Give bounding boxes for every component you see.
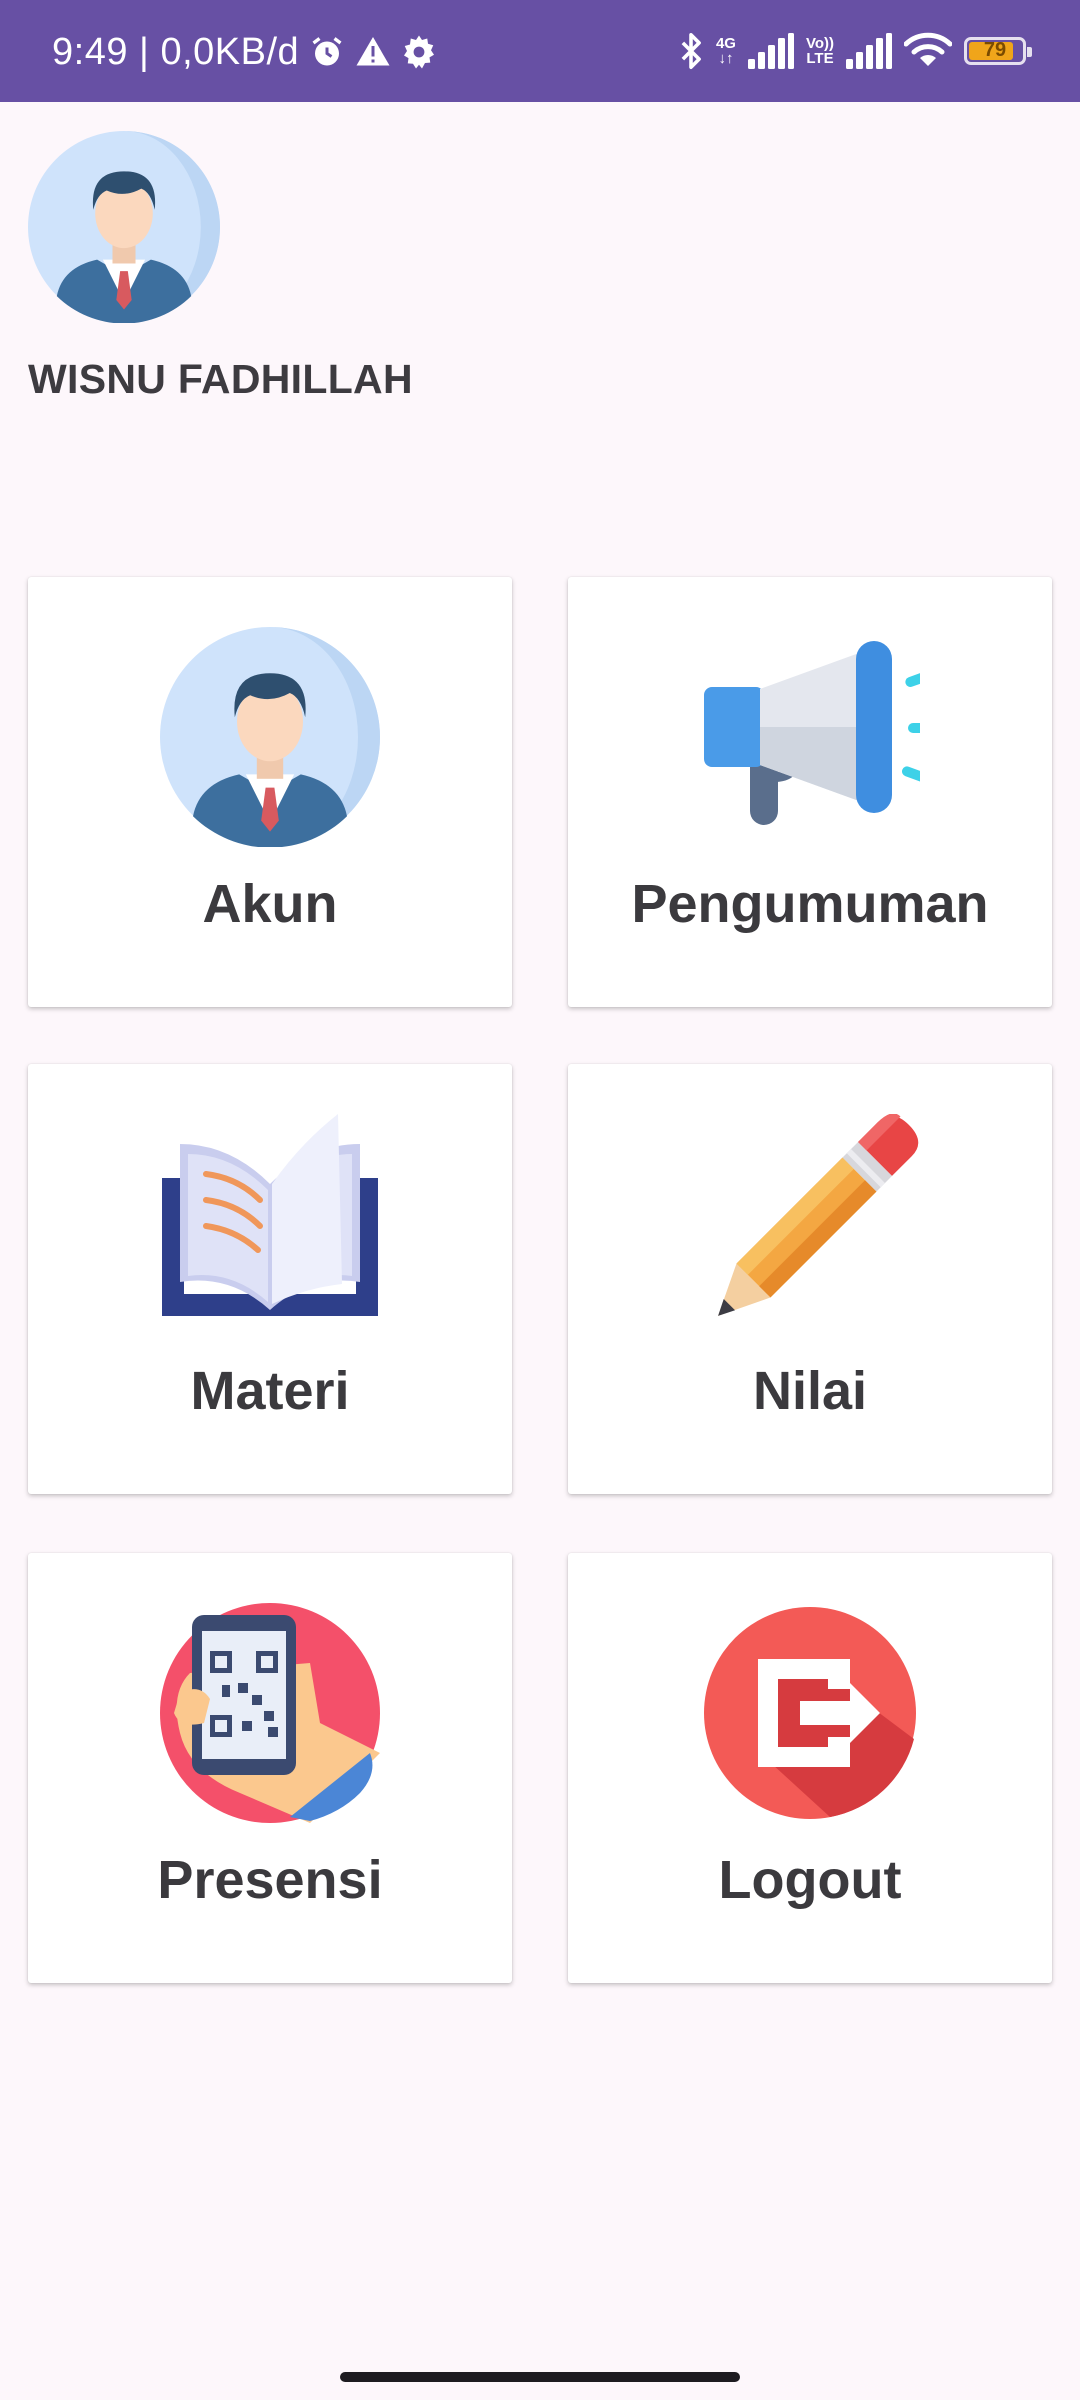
user-name: WISNU FADHILLAH	[28, 356, 413, 402]
menu-label-pengumuman: Pengumuman	[631, 874, 989, 934]
wifi-icon	[904, 32, 952, 66]
settings-icon	[404, 35, 435, 69]
status-bar-right: 4G ↓↑ Vo)) LTE 79	[678, 28, 1032, 74]
battery-icon: 79	[964, 37, 1032, 65]
pencil-icon	[718, 1114, 919, 1316]
menu-card-nilai[interactable]: Nilai	[568, 1064, 1052, 1494]
status-time-speed: 9:49 | 0,0KB/d	[52, 30, 300, 73]
menu-card-presensi[interactable]: Presensi	[28, 1553, 512, 1983]
bluetooth-icon	[681, 32, 701, 70]
menu-label-akun: Akun	[202, 874, 338, 934]
menu-card-akun[interactable]: Akun	[28, 577, 512, 1007]
warning-icon	[356, 37, 390, 66]
megaphone-icon	[704, 641, 920, 825]
alarm-icon	[312, 37, 342, 66]
businessman-avatar-icon	[160, 627, 380, 847]
volte-label: Vo)) LTE	[805, 35, 834, 67]
menu-label-logout: Logout	[718, 1850, 902, 1910]
battery-percentage: 79	[983, 39, 1007, 61]
qr-phone-icon	[160, 1603, 380, 1823]
menu-card-materi[interactable]: Materi	[28, 1064, 512, 1494]
menu-label-presensi: Presensi	[157, 1850, 383, 1910]
status-bar: 9:49 | 0,0KB/d 4G ↓↑ Vo)) LTE 79	[0, 0, 1080, 102]
signal-icon	[846, 33, 892, 69]
menu-label-materi: Materi	[190, 1361, 350, 1421]
profile-avatar[interactable]	[28, 131, 220, 324]
menu-card-logout[interactable]: Logout	[568, 1553, 1052, 1983]
status-bar-left: 9:49 | 0,0KB/d	[52, 30, 437, 74]
menu-card-pengumuman[interactable]: Pengumuman	[568, 577, 1052, 1007]
home-indicator[interactable]	[340, 2372, 740, 2382]
logout-icon	[704, 1607, 916, 1819]
network-4g-label: 4G ↓↑	[715, 35, 736, 67]
signal-icon	[747, 33, 794, 69]
open-book-icon	[162, 1114, 378, 1316]
businessman-avatar-icon	[28, 131, 220, 324]
menu-label-nilai: Nilai	[752, 1361, 868, 1421]
